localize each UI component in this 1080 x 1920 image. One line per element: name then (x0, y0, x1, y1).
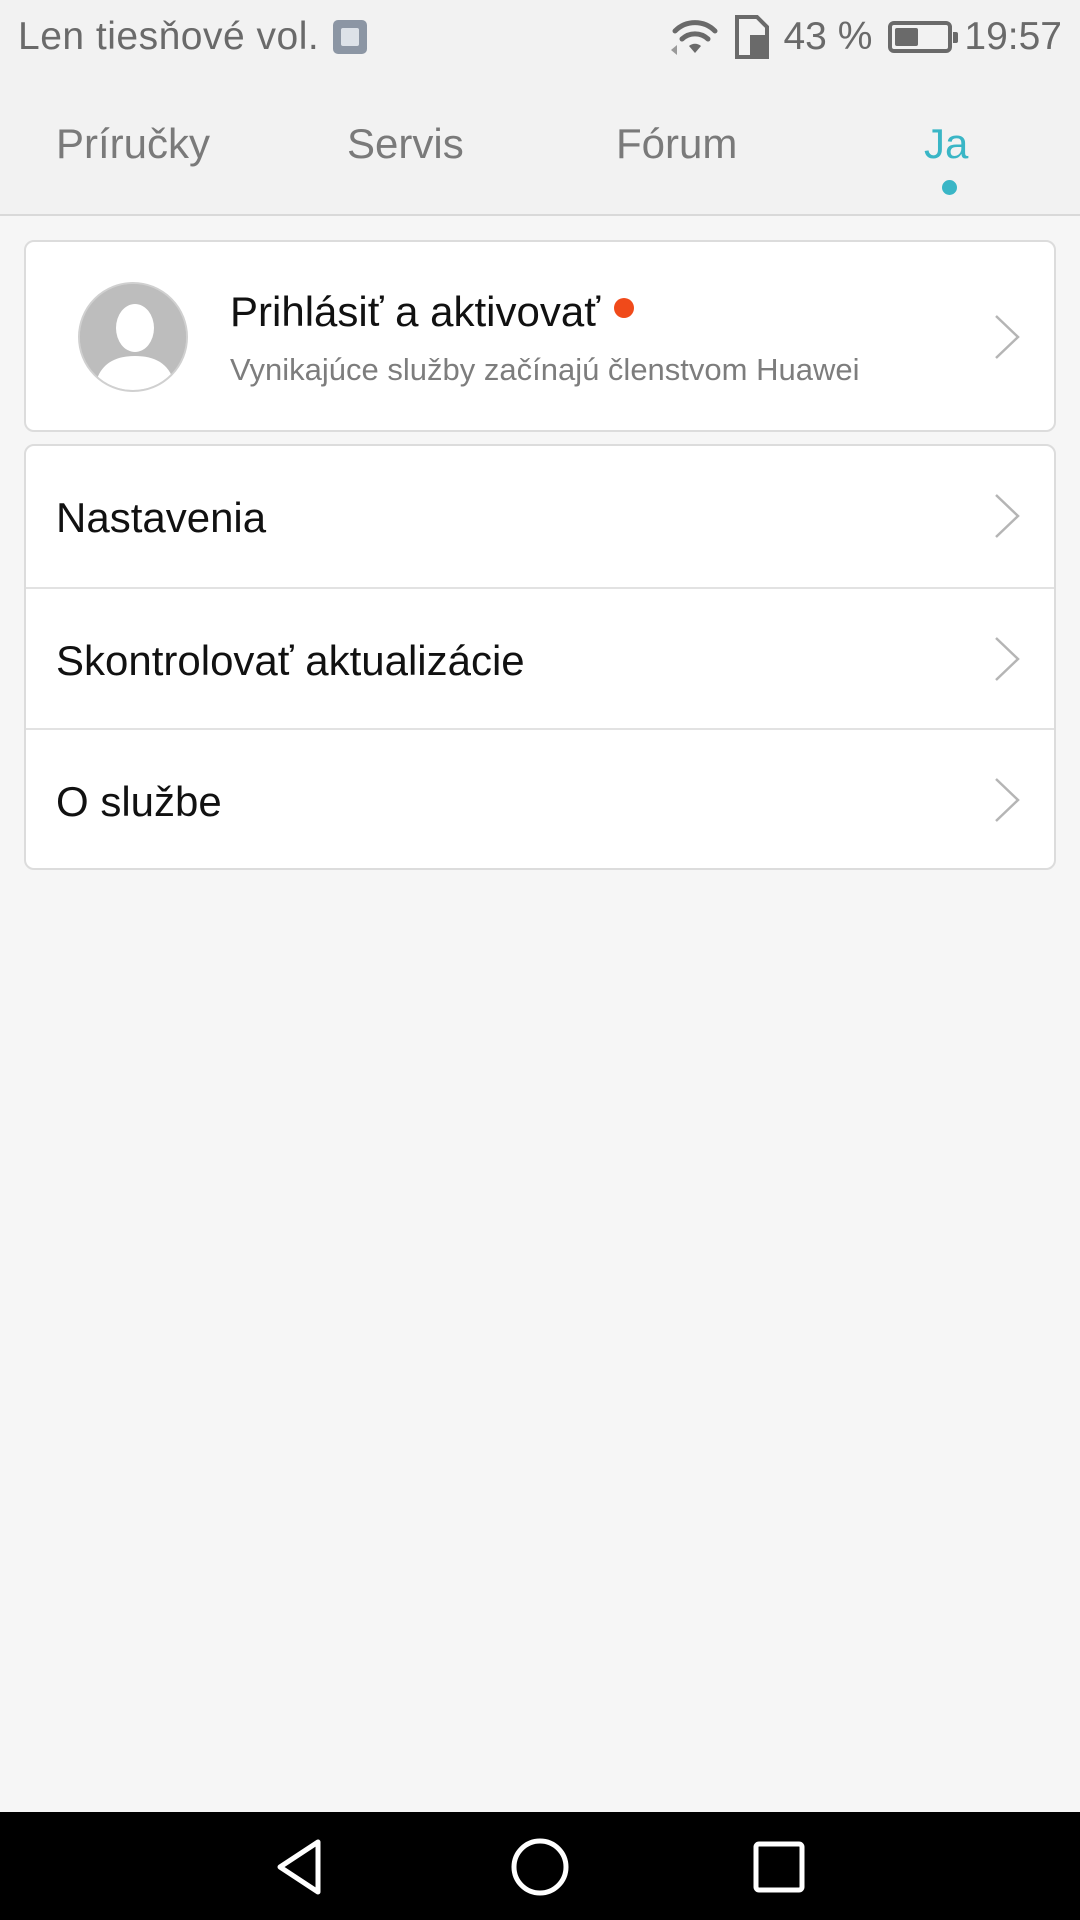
back-icon[interactable] (270, 1836, 332, 1898)
tab-guides[interactable]: Príručky (56, 120, 210, 168)
avatar (78, 282, 188, 392)
default-avatar-icon (80, 284, 186, 390)
image-notification-icon (333, 20, 368, 54)
chevron-right-icon (995, 315, 1020, 359)
menu-item-label: Nastavenia (56, 494, 267, 541)
battery-percent: 43 % (783, 15, 873, 58)
tab-service[interactable]: Servis (347, 120, 464, 168)
active-tab-indicator (942, 180, 957, 195)
tab-me[interactable]: Ja (924, 120, 968, 168)
menu-item-label: Skontrolovať aktualizácie (56, 637, 525, 684)
menu-item-about[interactable]: O službe (26, 728, 1054, 869)
menu-item-label: O službe (56, 778, 222, 825)
settings-menu: Nastavenia Skontrolovať aktualizácie O s… (24, 444, 1056, 870)
notification-dot (613, 298, 634, 318)
account-title: Prihlásiť a aktivovať (230, 288, 634, 336)
account-card[interactable]: Prihlásiť a aktivovať Vynikajúce služby … (24, 240, 1056, 432)
menu-item-settings[interactable]: Nastavenia (26, 446, 1054, 587)
chevron-right-icon (995, 778, 1020, 822)
chevron-right-icon (995, 637, 1020, 681)
menu-item-check-updates[interactable]: Skontrolovať aktualizácie (26, 587, 1054, 728)
status-left: Len tiesňové vol. (18, 12, 368, 62)
status-bar: Len tiesňové vol. 43 % 19:57 (0, 0, 1080, 74)
wifi-icon (671, 20, 718, 55)
carrier-text: Len tiesňové vol. (18, 15, 320, 58)
account-subtitle: Vynikajúce služby začínajú členstvom Hua… (230, 352, 860, 387)
chevron-right-icon (995, 494, 1020, 538)
login-activate-label: Prihlásiť a aktivovať (230, 288, 600, 335)
battery-icon (888, 21, 959, 53)
sim-icon (735, 15, 770, 59)
battery-level (895, 28, 918, 46)
status-right: 43 % 19:57 (657, 12, 1062, 62)
navigation-bar (0, 1812, 1080, 1920)
tab-forum[interactable]: Fórum (616, 120, 737, 168)
tab-bar: Príručky Servis Fórum Ja (0, 74, 1080, 216)
recents-icon[interactable] (748, 1836, 810, 1898)
clock: 19:57 (964, 15, 1062, 58)
screen: Len tiesňové vol. 43 % 19:57 Príručky Se… (0, 0, 1080, 1920)
home-icon[interactable] (509, 1836, 571, 1898)
